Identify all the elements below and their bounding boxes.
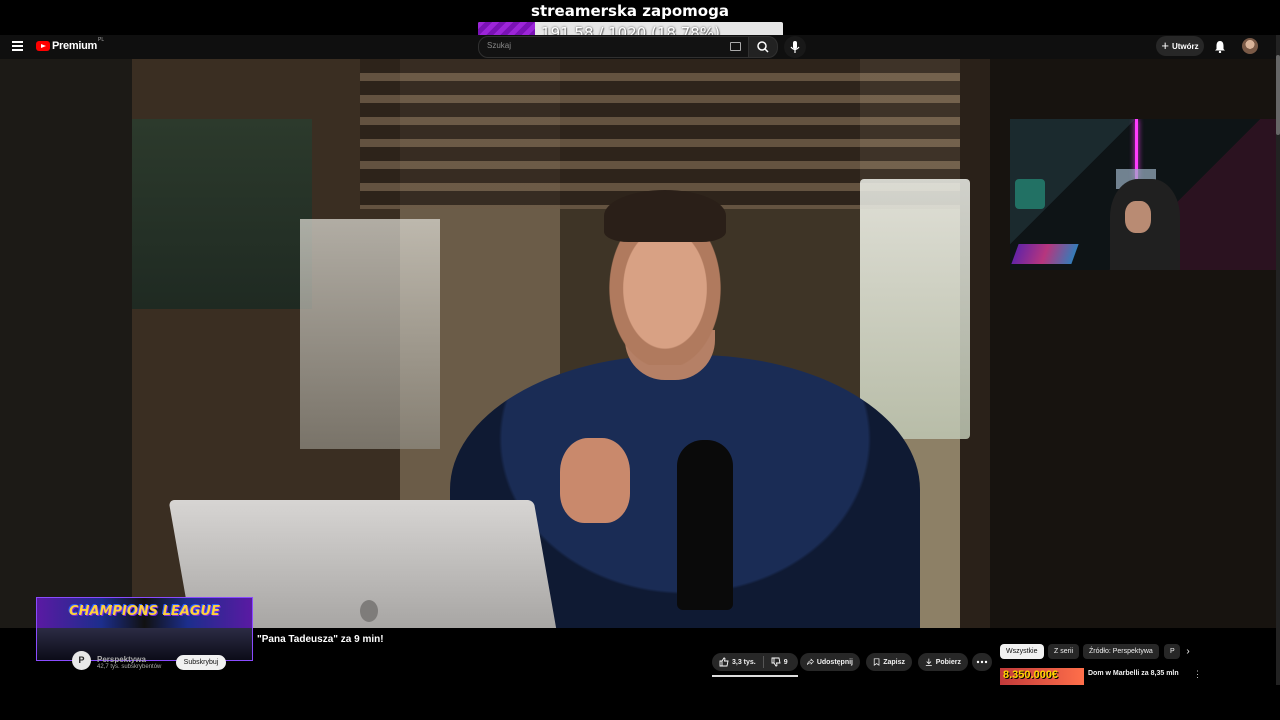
logo-country-code: PL (97, 37, 105, 43)
presenter-hand (560, 438, 630, 523)
subscriber-count: 42,7 tys. subskrybentów (97, 664, 162, 670)
vertical-more-icon[interactable]: ⋮ (1193, 669, 1202, 680)
chip-partial[interactable]: P (1164, 644, 1180, 659)
youtube-play-icon (36, 41, 50, 51)
chip-series[interactable]: Z serii (1048, 644, 1080, 659)
bell-icon[interactable] (1214, 40, 1226, 53)
mic-icon (790, 41, 800, 53)
stream-goal-title: streamerska zapomoga (531, 2, 729, 20)
chip-source[interactable]: Źródło: Perspektywa (1083, 644, 1159, 659)
champions-league-banner: CHAMPIONS LEAGUE (36, 597, 253, 661)
youtube-premium-logo[interactable]: Premium PL (36, 37, 105, 52)
more-icon (976, 660, 988, 664)
download-icon (925, 658, 932, 666)
apple-logo-icon (360, 600, 378, 622)
banner-title: CHAMPIONS LEAGUE (69, 604, 220, 619)
thumbnail-price: 8.350.000€ (1003, 669, 1059, 681)
recommendation-title[interactable]: Dom w Marbelli za 8,35 mln (1088, 670, 1179, 677)
create-label: Utwórz (1171, 41, 1199, 51)
search-placeholder: Szukaj (487, 41, 512, 50)
like-count[interactable]: 3,3 tys. (732, 659, 756, 666)
save-button[interactable]: Zapisz (866, 653, 912, 671)
voice-search-button[interactable] (784, 36, 806, 58)
subscribe-button[interactable]: Subskrybuj (176, 655, 226, 670)
webcam-rgb-keyboard (1011, 244, 1079, 264)
channel-avatar[interactable]: P (72, 651, 91, 670)
logo-text: Premium (52, 40, 97, 52)
studio-microphone (677, 440, 733, 610)
like-divider (762, 656, 764, 668)
webcam-background-light (1015, 179, 1045, 209)
share-button[interactable]: Udostępnij (800, 653, 860, 671)
create-button[interactable]: + Utwórz (1156, 36, 1204, 56)
video-title: "Pana Tadeusza" za 9 min! (257, 634, 384, 645)
youtube-header: Premium PL Szukaj + Utwórz (0, 35, 1276, 59)
thumbs-up-icon[interactable] (719, 657, 729, 667)
recommendation-thumbnail[interactable]: 8.350.000€ (1000, 668, 1084, 685)
page-scrollbar[interactable] (1276, 35, 1280, 685)
dislike-count[interactable]: 9 (784, 659, 788, 666)
thumbs-down-icon[interactable] (771, 657, 781, 667)
presenter-hair (604, 190, 726, 242)
keyboard-icon[interactable] (730, 42, 741, 51)
hamburger-icon[interactable] (12, 41, 23, 51)
save-label: Zapisz (883, 658, 905, 666)
video-shelf (132, 119, 312, 309)
video-wall (300, 219, 440, 449)
search-input[interactable]: Szukaj (478, 36, 750, 58)
bookmark-icon (873, 658, 880, 666)
channel-name[interactable]: Perspektywa (97, 655, 146, 664)
like-dislike-group: 3,3 tys. 9 (712, 653, 798, 671)
search-button[interactable] (748, 36, 778, 58)
download-button[interactable]: Pobierz (918, 653, 968, 671)
video-window (860, 179, 970, 439)
download-label: Pobierz (935, 658, 961, 666)
like-ratio-bar (712, 675, 798, 677)
streamer-webcam (1010, 119, 1276, 270)
webcam-streamer-face (1125, 201, 1151, 233)
search-icon (757, 41, 769, 53)
chevron-right-icon[interactable]: › (1182, 646, 1194, 658)
chip-all[interactable]: Wszystkie (1000, 644, 1044, 659)
plus-icon: + (1161, 38, 1169, 53)
share-icon (807, 658, 814, 665)
avatar[interactable] (1242, 38, 1258, 54)
more-actions-button[interactable] (972, 653, 992, 671)
share-label: Udostępnij (816, 658, 853, 666)
